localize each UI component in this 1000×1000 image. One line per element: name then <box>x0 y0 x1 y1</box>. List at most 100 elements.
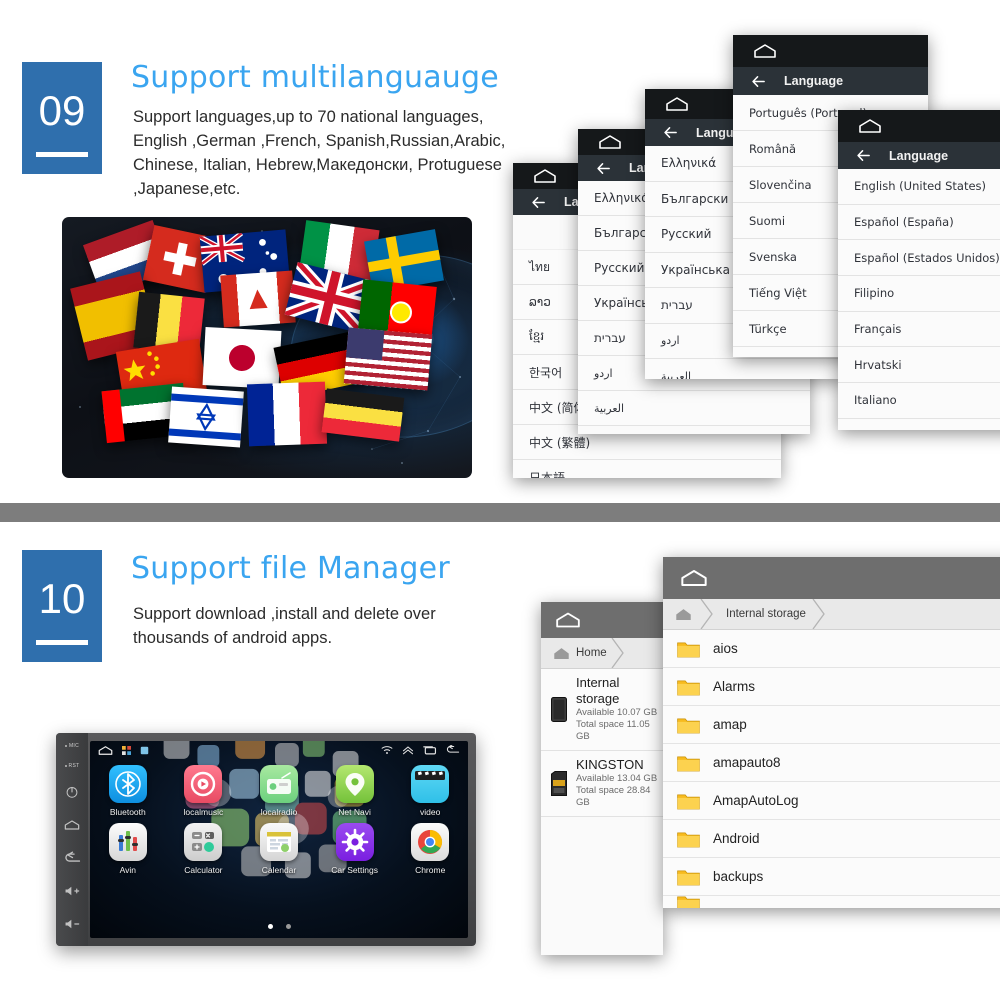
volume-up-icon[interactable] <box>64 884 81 898</box>
music-icon[interactable] <box>184 765 223 803</box>
storage-item-kingston[interactable]: KINGSTON Available 13.04 GB Total space … <box>541 751 663 817</box>
folder-row[interactable]: Android <box>663 820 1000 858</box>
section-number-badge-10: 10 <box>22 550 102 662</box>
app-bluetooth[interactable]: Bluetooth <box>90 765 166 817</box>
app-localradio[interactable]: localradio <box>241 765 317 817</box>
language-list-item[interactable]: Hrvatski <box>838 347 1000 384</box>
folder-row[interactable]: backups <box>663 858 1000 896</box>
home-icon[interactable] <box>858 119 882 133</box>
home-icon[interactable] <box>753 44 777 58</box>
home-icon <box>554 647 569 659</box>
file-manager-browse-screen[interactable]: Internal storage aios Alarms amap amapau… <box>663 557 1000 908</box>
radio-icon[interactable] <box>259 765 298 803</box>
video-icon[interactable] <box>411 765 450 803</box>
app-label: Chrome <box>415 865 446 875</box>
app-video[interactable]: video <box>392 765 468 817</box>
back-arrow-icon[interactable] <box>751 74 766 89</box>
back-arrow-icon[interactable] <box>663 125 678 140</box>
breadcrumb-internal-storage[interactable]: Internal storage <box>712 599 825 629</box>
breadcrumb-label: Home <box>576 647 607 659</box>
language-list[interactable]: English (United States) Español (España)… <box>838 169 1000 430</box>
language-list-item[interactable]: Filipino <box>838 276 1000 312</box>
breadcrumb[interactable]: Home <box>541 638 663 669</box>
language-list-item[interactable]: Italiano <box>838 383 1000 419</box>
language-list-item-cut[interactable]: Latviešu <box>838 418 1000 430</box>
chevron-right-icon <box>812 599 825 629</box>
file-list[interactable]: aios Alarms amap amapauto8 AmapAutoLog A… <box>663 630 1000 908</box>
calendar-icon[interactable] <box>259 823 298 861</box>
avin-icon[interactable] <box>108 823 147 861</box>
power-icon[interactable] <box>65 785 79 799</box>
navigation-icon[interactable] <box>335 765 374 803</box>
bluetooth-icon[interactable] <box>108 765 147 803</box>
language-list-item[interactable]: العربية <box>645 359 845 379</box>
mic-button[interactable]: MIC <box>64 743 79 749</box>
home-icon[interactable] <box>98 745 113 755</box>
status-bar <box>663 557 1000 599</box>
folder-row-partial[interactable] <box>663 896 1000 908</box>
app-net-navi[interactable]: Net Navi <box>317 765 393 817</box>
language-list-item[interactable]: Español (España) <box>838 204 1000 241</box>
folder-name: aios <box>713 641 738 656</box>
expand-up-icon[interactable] <box>402 745 414 755</box>
app-label: localradio <box>260 807 298 817</box>
car-head-unit: MIC RST Bluetooth localmusic localradio … <box>56 733 476 946</box>
folder-row[interactable]: aios <box>663 630 1000 668</box>
app-grid[interactable]: Bluetooth localmusic localradio Net Navi… <box>90 765 468 875</box>
sd-icon[interactable] <box>140 746 149 755</box>
folder-row[interactable]: amap <box>663 706 1000 744</box>
recents-icon[interactable] <box>423 745 437 755</box>
volume-down-icon[interactable] <box>64 917 81 931</box>
calculator-icon[interactable] <box>184 823 223 861</box>
chrome-icon[interactable] <box>411 823 450 861</box>
folder-row[interactable]: Alarms <box>663 668 1000 706</box>
language-screen-latin[interactable]: Language English (United States) Español… <box>838 110 1000 430</box>
wifi-icon[interactable] <box>381 745 393 755</box>
folder-icon <box>677 717 700 733</box>
back-arrow-icon[interactable] <box>596 161 611 176</box>
folder-name: Alarms <box>713 679 756 694</box>
app-chrome[interactable]: Chrome <box>392 823 468 875</box>
page-dot[interactable] <box>285 924 291 929</box>
folder-row[interactable]: AmapAutoLog <box>663 782 1000 820</box>
folder-row[interactable]: amapauto8 <box>663 744 1000 782</box>
gear-icon[interactable] <box>335 823 374 861</box>
badge-underline <box>36 640 88 645</box>
app-localmusic[interactable]: localmusic <box>166 765 242 817</box>
flag-united-states <box>343 327 433 391</box>
home-icon[interactable] <box>64 818 80 832</box>
language-list-item[interactable]: العربية <box>578 391 810 426</box>
page-dot-active[interactable] <box>267 924 273 929</box>
chevron-right-icon <box>611 638 624 668</box>
storage-name: KINGSTON <box>576 757 644 772</box>
breadcrumb-home[interactable]: Home <box>541 638 624 668</box>
app-calculator[interactable]: Calculator <box>166 823 242 875</box>
back-icon[interactable] <box>64 851 81 865</box>
app-calendar[interactable]: Calendar <box>241 823 317 875</box>
home-icon[interactable] <box>598 135 622 149</box>
language-list-item[interactable]: English (United States) <box>838 169 1000 205</box>
back-arrow-icon[interactable] <box>856 148 871 163</box>
language-list-item[interactable]: Français <box>838 311 1000 348</box>
back-arrow-icon[interactable] <box>531 195 546 210</box>
home-icon <box>676 608 691 620</box>
language-list-item[interactable]: Español (Estados Unidos) <box>838 240 1000 277</box>
folder-name: Android <box>713 831 760 846</box>
language-list-item[interactable]: 日本語 <box>513 460 781 478</box>
breadcrumb-home[interactable] <box>663 599 713 629</box>
home-icon[interactable] <box>665 97 689 111</box>
folder-icon <box>677 896 700 908</box>
apps-icon[interactable] <box>122 745 131 755</box>
storage-item-internal[interactable]: Internal storage Available 10.07 GB Tota… <box>541 669 663 751</box>
reset-button[interactable]: RST <box>64 763 80 769</box>
back-icon[interactable] <box>446 745 460 755</box>
app-car-settings[interactable]: Car Settings <box>317 823 393 875</box>
file-manager-home-screen[interactable]: Home Internal storage Available 10.07 GB… <box>541 602 663 955</box>
home-icon[interactable] <box>555 612 581 628</box>
head-unit-screen[interactable]: Bluetooth localmusic localradio Net Navi… <box>90 741 468 938</box>
breadcrumb[interactable]: Internal storage <box>663 599 1000 630</box>
home-icon[interactable] <box>680 570 708 587</box>
home-icon[interactable] <box>533 169 557 183</box>
page-indicator[interactable] <box>90 924 468 929</box>
app-avin[interactable]: Avin <box>90 823 166 875</box>
